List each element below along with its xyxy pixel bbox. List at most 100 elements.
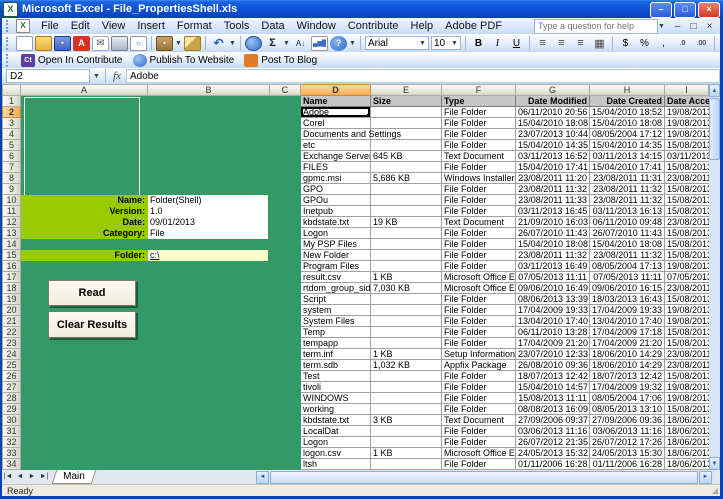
date-modified-cell[interactable]: 17/04/2009 21:20 [516,338,590,349]
name-cell[interactable]: Inetpub [301,206,371,217]
field-label-cell[interactable]: Category: [21,228,148,239]
type-cell[interactable]: File Folder [442,250,516,261]
horizontal-scrollbar[interactable]: ◄ ► [256,471,714,484]
menu-item[interactable]: Format [171,19,218,33]
row-header[interactable]: 28 [2,393,21,404]
increase-decimal-icon[interactable]: .0 [674,36,691,51]
name-cell[interactable]: etc [301,140,371,151]
type-cell[interactable]: File Folder [442,316,516,327]
date-created-cell[interactable]: 13/04/2010 17:40 [590,316,665,327]
row-header[interactable]: 31 [2,426,21,437]
field-label-cell[interactable]: Version: [21,206,148,217]
date-created-cell[interactable]: 23/08/2011 11:32 [590,250,665,261]
date-created-cell[interactable]: 27/09/2006 09:36 [590,415,665,426]
name-cell[interactable]: FILES [301,162,371,173]
date-created-cell[interactable]: 08/05/2004 17:13 [590,261,665,272]
row-header[interactable]: 26 [2,371,21,382]
name-cell[interactable]: rtdom_group_sids. [301,283,371,294]
paste-icon[interactable]: ▪ [156,36,173,51]
row-header[interactable]: 22 [2,327,21,338]
name-cell[interactable]: Temp [301,327,371,338]
row-header[interactable]: 4 [2,129,21,140]
type-cell[interactable]: Text Document [442,217,516,228]
date-accessed-cell[interactable]: 23/08/2011 [665,173,709,184]
row-header[interactable]: 20 [2,305,21,316]
menu-item[interactable]: Data [255,19,290,33]
type-cell[interactable]: File Folder [442,327,516,338]
date-created-cell[interactable]: 17/04/2009 19:33 [590,305,665,316]
size-cell[interactable] [371,162,442,173]
date-accessed-cell[interactable]: 15/08/2013 [665,162,709,173]
size-cell[interactable]: 1,032 KB [371,360,442,371]
percent-style-icon[interactable]: % [636,36,653,51]
date-created-cell[interactable]: 23/08/2011 11:31 [590,173,665,184]
insert-function-icon[interactable]: fx [113,70,121,82]
date-created-cell[interactable]: 08/05/2004 17:12 [590,129,665,140]
date-created-cell[interactable]: 01/11/2006 16:28 [590,459,665,470]
date-created-cell[interactable]: 03/06/2013 11:16 [590,426,665,437]
column-header-i[interactable]: I [665,84,709,96]
next-sheet-icon[interactable]: ► [26,471,38,483]
name-cell[interactable]: GPO [301,184,371,195]
type-cell[interactable]: File Folder [442,206,516,217]
scroll-up-icon[interactable]: ▲ [709,84,720,97]
name-cell[interactable]: Logon [301,228,371,239]
menu-grip[interactable] [6,20,13,32]
vertical-scroll-thumb[interactable] [709,98,720,160]
row-header[interactable]: 29 [2,404,21,415]
print-icon[interactable] [111,36,128,51]
type-cell[interactable]: File Folder [442,426,516,437]
date-created-cell[interactable]: 15/04/2010 14:35 [590,140,665,151]
header-date-created[interactable]: Date Created [590,96,665,107]
size-cell[interactable]: 5,686 KB [371,173,442,184]
menu-item[interactable]: Tools [218,19,256,33]
font-name-combo[interactable]: Arial▼ [365,36,429,50]
toolbar-options-icon[interactable]: ▼ [349,35,356,51]
email-icon[interactable]: ✉ [92,36,109,51]
name-cell[interactable]: term.sdb [301,360,371,371]
name-cell[interactable]: GPOu [301,195,371,206]
date-modified-cell[interactable]: 15/04/2010 14:35 [516,140,590,151]
merge-center-icon[interactable]: ▦ [591,36,608,51]
date-created-cell[interactable]: 15/04/2010 18:52 [590,107,665,118]
column-header-g[interactable]: G [516,84,590,96]
date-accessed-cell[interactable]: 15/08/2013 [665,250,709,261]
scroll-left-icon[interactable]: ◄ [256,471,269,484]
name-cell[interactable]: tivoli [301,382,371,393]
clear-results-button[interactable]: Clear Results [48,311,136,338]
date-accessed-cell[interactable]: 07/05/2013 [665,272,709,283]
type-cell[interactable]: File Folder [442,195,516,206]
decrease-decimal-icon[interactable]: .00 [693,36,710,51]
chart-wizard-icon[interactable]: ▄▆█ [311,36,328,51]
publish-to-website-button[interactable]: Publish To Website [130,54,238,67]
format-painter-icon[interactable] [184,36,201,51]
type-cell[interactable]: File Folder [442,184,516,195]
sheet-tab-main[interactable]: Main [52,470,96,484]
font-size-combo[interactable]: 10▼ [431,36,461,50]
date-created-cell[interactable]: 06/11/2010 09:48 [590,217,665,228]
read-button[interactable]: Read [48,280,136,306]
type-cell[interactable]: File Folder [442,107,516,118]
name-cell[interactable]: Documents and Settings [301,129,371,140]
type-cell[interactable]: File Folder [442,305,516,316]
date-accessed-cell[interactable]: 19/08/2013 [665,393,709,404]
name-cell[interactable]: Script [301,294,371,305]
date-created-cell[interactable]: 03/11/2013 16:13 [590,206,665,217]
date-accessed-cell[interactable]: 15/08/2013 [665,404,709,415]
type-cell[interactable]: File Folder [442,261,516,272]
name-cell[interactable]: gpmc.msi [301,173,371,184]
date-modified-cell[interactable]: 26/08/2010 09:36 [516,360,590,371]
row-header[interactable]: 6 [2,151,21,162]
row-header[interactable]: 25 [2,360,21,371]
name-cell[interactable]: result.csv [301,272,371,283]
date-accessed-cell[interactable]: 15/08/2013 [665,239,709,250]
date-accessed-cell[interactable]: 19/08/2013 [665,129,709,140]
date-accessed-cell[interactable]: 23/08/2011 [665,349,709,360]
date-accessed-cell[interactable]: 19/08/2013 [665,316,709,327]
row-header[interactable]: 17 [2,272,21,283]
size-cell[interactable] [371,371,442,382]
maximize-button[interactable]: □ [674,2,696,18]
date-accessed-cell[interactable]: 03/11/2013 [665,151,709,162]
date-modified-cell[interactable]: 23/08/2011 11:33 [516,195,590,206]
name-cell[interactable]: Corel [301,118,371,129]
